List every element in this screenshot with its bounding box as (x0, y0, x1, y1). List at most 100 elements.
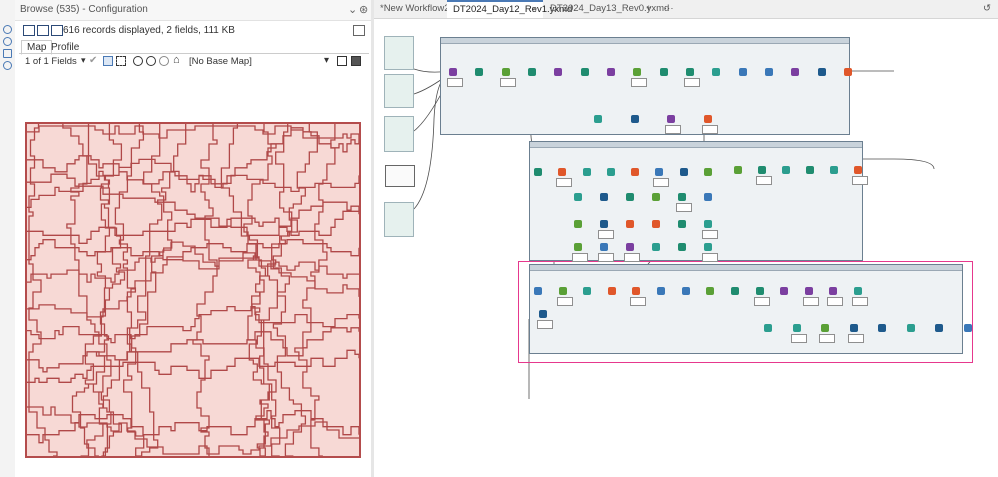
doc-tab-day13[interactable]: DT2024_Day13_Rev0.yxmd (544, 0, 669, 18)
workflow-tool-node[interactable] (607, 168, 615, 176)
workflow-tool-node[interactable] (739, 68, 747, 76)
workflow-tool-node[interactable] (583, 168, 591, 176)
workflow-tool-node[interactable] (528, 68, 536, 76)
workflow-tool-node[interactable] (806, 166, 814, 174)
settings-icon[interactable] (3, 25, 12, 34)
workflow-tool-node[interactable] (678, 243, 686, 251)
layout-split-icon[interactable] (37, 25, 49, 36)
workflow-tool-node[interactable] (626, 193, 634, 201)
workflow-tool-node[interactable] (502, 68, 510, 76)
workflow-canvas[interactable] (374, 19, 998, 477)
workflow-tool-node[interactable] (704, 243, 712, 251)
workflow-tool-node[interactable] (554, 68, 562, 76)
workflow-tool-node[interactable] (475, 68, 483, 76)
workflow-tool-node[interactable] (686, 68, 694, 76)
zoom-in-icon[interactable] (133, 56, 143, 66)
workflow-tool-node[interactable] (793, 324, 801, 332)
tag-icon[interactable] (3, 49, 12, 58)
workflow-tool-node[interactable] (559, 287, 567, 295)
close-icon[interactable]: × (531, 2, 537, 17)
workflow-tool-node[interactable] (758, 166, 766, 174)
zoom-selection-icon[interactable] (159, 56, 169, 66)
workflow-tool-node[interactable] (539, 310, 547, 318)
workflow-tool-node[interactable] (574, 220, 582, 228)
workflow-tool-node[interactable] (626, 220, 634, 228)
workflow-tool-node[interactable] (652, 220, 660, 228)
workflow-tool-node[interactable] (607, 68, 615, 76)
input-data-group[interactable] (384, 74, 414, 108)
workflow-tool-node[interactable] (667, 115, 675, 123)
workflow-tool-node[interactable] (574, 193, 582, 201)
workflow-tool-node[interactable] (678, 220, 686, 228)
workflow-tool-node[interactable] (594, 115, 602, 123)
input-data-group[interactable] (384, 36, 414, 70)
home-icon[interactable]: ⌂ (173, 54, 183, 66)
workflow-tool-node[interactable] (780, 287, 788, 295)
workflow-tool-node[interactable] (660, 68, 668, 76)
workflow-tool-node[interactable] (818, 68, 826, 76)
workflow-tool-node[interactable] (830, 166, 838, 174)
pin-icon[interactable]: ⊛ (359, 3, 368, 16)
input-data-group[interactable] (384, 202, 414, 237)
browse-tool-group[interactable] (385, 165, 415, 187)
workflow-tool-node[interactable] (704, 220, 712, 228)
workflow-tool-node[interactable] (534, 287, 542, 295)
workflow-tool-node[interactable] (935, 324, 943, 332)
copy-icon[interactable] (337, 56, 347, 66)
workflow-tool-node[interactable] (878, 324, 886, 332)
workflow-tool-node[interactable] (712, 68, 720, 76)
browse-options-icon[interactable] (353, 25, 365, 36)
history-icon[interactable]: ↺ (980, 0, 996, 18)
layout-single-icon[interactable] (23, 25, 35, 36)
workflow-tool-node[interactable] (574, 243, 582, 251)
workflow-tool-node[interactable] (678, 193, 686, 201)
workflow-tool-node[interactable] (821, 324, 829, 332)
base-map-selector[interactable]: [No Base Map] (189, 56, 252, 67)
workflow-tool-node[interactable] (964, 324, 972, 332)
workflow-tool-node[interactable] (704, 193, 712, 201)
map-canvas[interactable] (25, 122, 361, 458)
workflow-tool-node[interactable] (791, 68, 799, 76)
workflow-tool-node[interactable] (631, 115, 639, 123)
workflow-tool-node[interactable] (626, 243, 634, 251)
workflow-tool-node[interactable] (558, 168, 566, 176)
check-icon[interactable]: ✔ (89, 55, 99, 66)
save-icon[interactable] (351, 56, 361, 66)
workflow-tool-node[interactable] (782, 166, 790, 174)
workflow-tool-node[interactable] (756, 287, 764, 295)
workflow-tool-node[interactable] (655, 168, 663, 176)
workflow-tool-node[interactable] (704, 168, 712, 176)
workflow-tool-node[interactable] (534, 168, 542, 176)
workflow-tool-node[interactable] (850, 324, 858, 332)
workflow-tool-node[interactable] (680, 168, 688, 176)
error-icon[interactable] (3, 37, 12, 46)
layout-triple-icon[interactable] (51, 25, 63, 36)
pan-icon[interactable] (103, 56, 113, 66)
collapse-icon[interactable]: ⌄ (348, 3, 357, 16)
workflow-tool-node[interactable] (600, 220, 608, 228)
workflow-tool-node[interactable] (907, 324, 915, 332)
more-tabs-button[interactable]: ··· (661, 0, 677, 18)
input-data-group[interactable] (384, 116, 414, 152)
workflow-tool-node[interactable] (608, 287, 616, 295)
workflow-tool-node[interactable] (632, 287, 640, 295)
workflow-tool-node[interactable] (805, 287, 813, 295)
help-icon[interactable] (3, 61, 12, 70)
workflow-tool-node[interactable] (706, 287, 714, 295)
workflow-tool-node[interactable] (854, 166, 862, 174)
workflow-tool-node[interactable] (581, 68, 589, 76)
workflow-tool-node[interactable] (600, 243, 608, 251)
doc-tab-day12[interactable]: DT2024_Day12_Rev1.yxmd × (447, 0, 572, 18)
workflow-tool-node[interactable] (652, 243, 660, 251)
workflow-tool-node[interactable] (657, 287, 665, 295)
add-tab-button[interactable]: + (642, 0, 658, 18)
workflow-tool-node[interactable] (600, 193, 608, 201)
select-rect-icon[interactable] (116, 56, 126, 66)
workflow-tool-node[interactable] (829, 287, 837, 295)
workflow-tool-node[interactable] (633, 68, 641, 76)
workflow-tool-node[interactable] (854, 287, 862, 295)
workflow-tool-node[interactable] (631, 168, 639, 176)
workflow-tool-node[interactable] (844, 68, 852, 76)
workflow-tool-node[interactable] (652, 193, 660, 201)
workflow-tool-node[interactable] (583, 287, 591, 295)
